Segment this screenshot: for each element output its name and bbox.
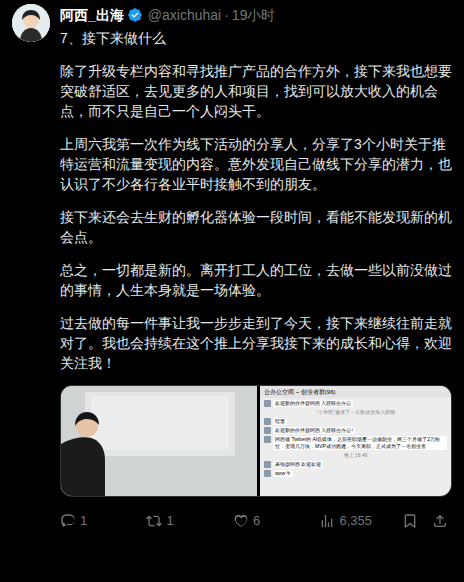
bookmark-button[interactable]: [402, 513, 418, 529]
action-bar: 1 1 6 6,355: [60, 511, 452, 531]
chat-messages: 欢迎新的伙伴@阿西 入驻联合办公 "小米吧"邀请了一名新成员加入群聊哇塞欢迎新的伙…: [260, 398, 451, 477]
chat-message: 欢迎新的伙伴@阿西 入驻联合办公!: [264, 427, 447, 434]
author-name[interactable]: 阿西_出海: [60, 5, 124, 25]
media: 合办公空间 ~ 创业者群(96) 欢迎新的伙伴@阿西 入驻联合办公 "小米吧"邀请了…: [60, 385, 452, 497]
tweet-paragraph: 上周六我第一次作为线下活动的分享人，分享了3个小时关于推特运营和流量变现的内容。…: [60, 134, 452, 194]
tweet-body: 7、接下来做什么除了升级专栏内容和寻找推广产品的合作方外，接下来我也想要突破舒适…: [60, 28, 452, 373]
photo-icon: [61, 386, 257, 497]
tweet-content: 阿西_出海 @axichuhai·19小时 7、接下来做什么除了升级专栏内容和寻找推…: [60, 4, 452, 531]
reply-icon: [60, 513, 76, 529]
like-icon: [233, 513, 249, 529]
action-count: 6: [253, 513, 260, 529]
chat-system-note: "小米吧"邀请了一名新成员加入群聊: [264, 409, 447, 416]
like-button[interactable]: 6: [233, 513, 260, 529]
chat-message: 欢迎新的伙伴@阿西 入驻联合办公: [264, 400, 447, 407]
chat-bubble: 来啦@阿西 欢迎欢迎: [273, 461, 323, 468]
chat-screenshot[interactable]: 合办公空间 ~ 创业者群(96) 欢迎新的伙伴@阿西 入驻联合办公 "小米吧"邀请了…: [260, 386, 451, 496]
chat-message: 来啦@阿西 欢迎欢迎: [264, 461, 447, 468]
retweet-icon: [146, 513, 162, 529]
author-handle[interactable]: @axichuhai: [148, 5, 221, 25]
chat-avatar-icon: [264, 400, 271, 407]
chat-bubble: wow 牛: [273, 470, 293, 477]
tweet-header: 阿西_出海 @axichuhai·19小时: [60, 4, 452, 26]
tweet-paragraph: 过去做的每一件事让我一步步走到了今天，接下来继续往前走就对了。我也会持续在这个推…: [60, 313, 452, 373]
timestamp[interactable]: 19小时: [232, 5, 276, 25]
chat-message: wow 牛: [264, 470, 447, 477]
event-photo[interactable]: [61, 386, 257, 496]
chat-bubble: 欢迎新的伙伴@阿西 入驻联合办公!: [273, 427, 355, 434]
share-icon: [432, 513, 448, 529]
tweet-paragraph: 接下来还会去生财的孵化器体验一段时间，看能不能发现新的机会点。: [60, 207, 452, 247]
retweet-button[interactable]: 1: [146, 513, 173, 529]
tweet-paragraph: 总之，一切都是新的。离开打工人的工位，去做一些以前没做过的事情，人生本身就是一场…: [60, 260, 452, 300]
chat-avatar-icon: [264, 470, 271, 477]
chat-avatar-icon: [264, 427, 271, 434]
action-count: 1: [166, 513, 173, 529]
chat-bubble: 阿西做 Twitter的 AI自媒体，之前在职场里一边做副业，两三个月做了2万粉…: [273, 436, 447, 450]
tweet-title: 7、接下来做什么: [60, 28, 452, 48]
chat-bubble: 哇塞: [273, 418, 287, 425]
chat-time: 晚上 16:46: [264, 452, 447, 459]
share-button[interactable]: [432, 513, 448, 529]
chat-title: 合办公空间 ~ 创业者群(96): [260, 386, 451, 398]
chat-avatar-icon: [264, 436, 271, 443]
action-count: 1: [80, 513, 87, 529]
reply-button[interactable]: 1: [60, 513, 87, 529]
action-group: 1 1 6 6,355: [60, 513, 402, 529]
separator: ·: [224, 5, 229, 25]
tweet-paragraph: 除了升级专栏内容和寻找推广产品的合作方外，接下来我也想要突破舒适区，去见更多的人…: [60, 61, 452, 121]
chat-message: 阿西做 Twitter的 AI自媒体，之前在职场里一边做副业，两三个月做了2万粉…: [264, 436, 447, 450]
action-count: 6,355: [339, 513, 372, 529]
chat-bubble: 欢迎新的伙伴@阿西 入驻联合办公: [273, 400, 353, 407]
avatar-icon: [12, 4, 50, 42]
chat-message: 哇塞: [264, 418, 447, 425]
action-group: [402, 513, 448, 529]
avatar[interactable]: [12, 4, 50, 42]
views-icon: [319, 513, 335, 529]
views-button[interactable]: 6,355: [319, 513, 372, 529]
tweet: 阿西_出海 @axichuhai·19小时 7、接下来做什么除了升级专栏内容和寻找推…: [0, 0, 464, 531]
chat-avatar-icon: [264, 461, 271, 468]
bookmark-icon: [402, 513, 418, 529]
chat-avatar-icon: [264, 418, 271, 425]
verified-icon: [127, 7, 143, 23]
